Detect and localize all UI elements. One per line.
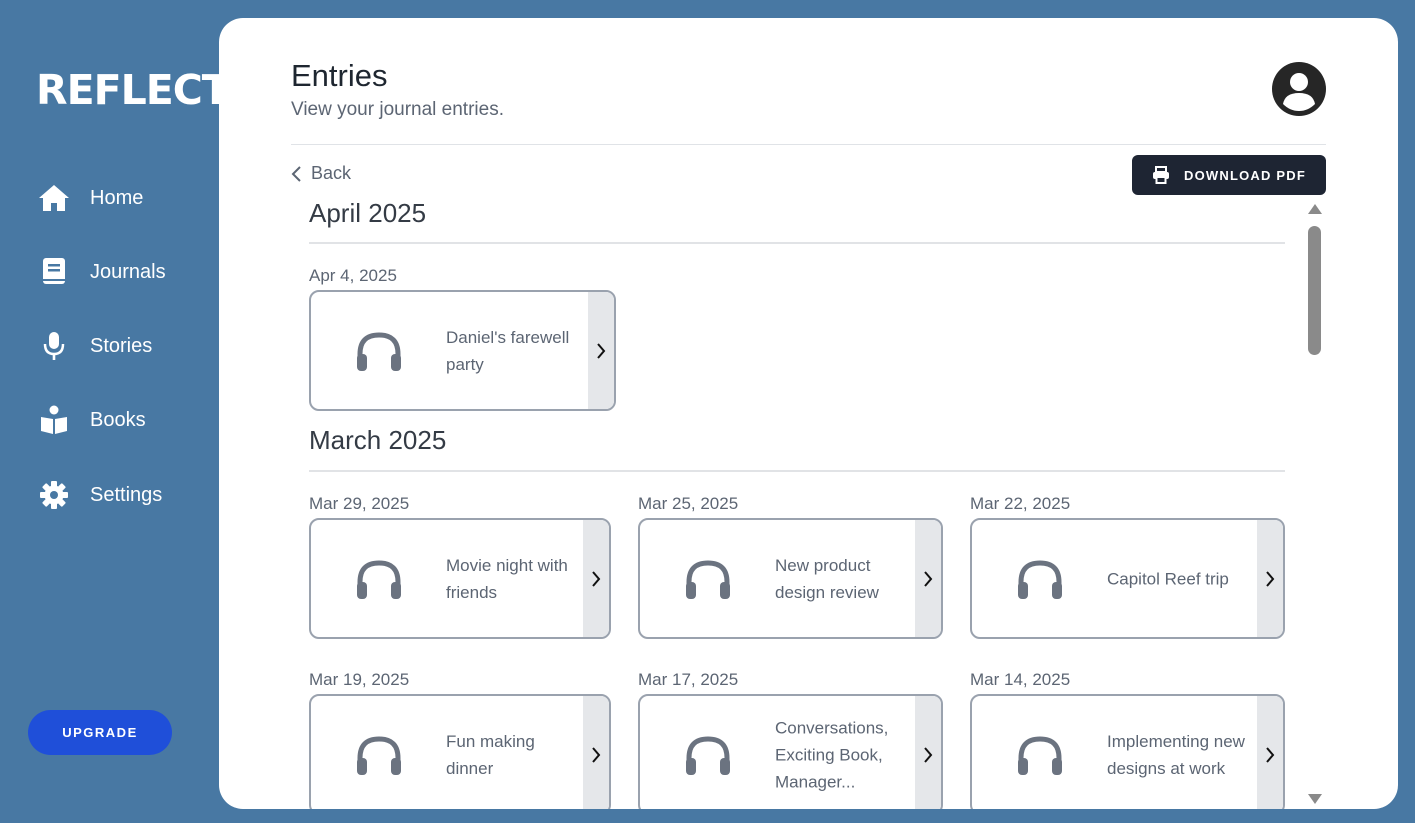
entry-title: Conversations, Exciting Book, Manager... (775, 718, 889, 791)
entry-title: New product design review (775, 555, 879, 602)
printer-icon (1153, 166, 1169, 184)
section-divider (309, 242, 1285, 244)
sidebar-item-label: Books (90, 408, 146, 431)
entry-date: Mar 29, 2025 (309, 494, 410, 513)
upgrade-button[interactable]: UPGRADE (28, 710, 172, 755)
entry-card[interactable]: New product design review (638, 518, 943, 639)
chevron-right-icon (592, 570, 601, 587)
entry-date: Mar 14, 2025 (970, 670, 1071, 689)
entry-open-arrow[interactable] (915, 520, 941, 637)
gear-icon (36, 477, 72, 513)
headphones-icon (1018, 560, 1062, 599)
chevron-right-icon (1266, 570, 1275, 587)
chevron-right-icon (597, 342, 606, 359)
home-icon (36, 180, 72, 216)
entry-card[interactable]: Implementing new designs at work (970, 694, 1285, 809)
reader-book-icon (36, 402, 72, 438)
journal-book-icon (36, 254, 72, 290)
section-title: March 2025 (309, 425, 447, 455)
entry-card[interactable]: Capitol Reef trip (970, 518, 1285, 639)
app-logo[interactable]: REFLECT (36, 66, 230, 114)
sidebar-item-settings[interactable]: Settings (36, 475, 206, 515)
headphones-icon (686, 560, 730, 599)
entry-date: Mar 17, 2025 (638, 670, 739, 689)
entry-open-arrow[interactable] (915, 696, 941, 809)
sidebar-item-label: Home (90, 186, 144, 209)
entry-date: Mar 25, 2025 (638, 494, 739, 513)
section-divider (309, 470, 1285, 472)
chevron-right-icon (1266, 746, 1275, 763)
sidebar-item-label: Stories (90, 334, 153, 357)
sidebar-item-journals[interactable]: Journals (36, 252, 206, 292)
entry-date: Mar 22, 2025 (970, 494, 1071, 513)
avatar[interactable] (1271, 61, 1327, 117)
chevron-right-icon (592, 746, 601, 763)
headphones-icon (357, 736, 401, 775)
entry-title: Capitol Reef trip (1107, 569, 1229, 588)
entry-open-arrow[interactable] (1257, 696, 1283, 809)
entry-card[interactable]: Movie night with friends (309, 518, 611, 639)
entry-title: Movie night with friends (446, 555, 568, 602)
page-title: Entries (291, 58, 388, 93)
headphones-icon (357, 332, 401, 371)
entry-date: Mar 19, 2025 (309, 670, 410, 689)
chevron-right-icon (924, 746, 933, 763)
download-label: DOWNLOAD PDF (1184, 167, 1306, 183)
sidebar-item-home[interactable]: Home (36, 178, 206, 218)
entry-title: Fun making dinner (446, 731, 535, 778)
header-divider (291, 144, 1326, 145)
scroll-up-arrow[interactable] (1307, 202, 1323, 214)
scrollbar-thumb[interactable] (1308, 226, 1321, 355)
entry-card[interactable]: Fun making dinner (309, 694, 611, 809)
headphones-icon (686, 736, 730, 775)
entry-date: Apr 4, 2025 (309, 266, 397, 285)
entry-open-arrow[interactable] (1257, 520, 1283, 637)
entry-card[interactable]: Daniel's farewell party (309, 290, 616, 411)
user-avatar-icon (1272, 62, 1326, 116)
sidebar: REFLECT Home Journals Stories Books Sett… (0, 0, 230, 823)
download-pdf-button[interactable]: DOWNLOAD PDF (1132, 155, 1326, 195)
entry-open-arrow[interactable] (583, 520, 609, 637)
chevron-left-icon (291, 165, 301, 182)
chevron-right-icon (924, 570, 933, 587)
back-link[interactable]: Back (291, 163, 351, 184)
page-subtitle: View your journal entries. (291, 99, 504, 120)
headphones-icon (357, 560, 401, 599)
sidebar-item-label: Journals (90, 260, 166, 283)
headphones-icon (1018, 736, 1062, 775)
sidebar-item-stories[interactable]: Stories (36, 326, 206, 366)
section-title: April 2025 (309, 198, 427, 228)
entry-card[interactable]: Conversations, Exciting Book, Manager... (638, 694, 943, 809)
entry-open-arrow[interactable] (588, 292, 614, 409)
scroll-down-arrow[interactable] (1307, 792, 1323, 804)
sidebar-item-books[interactable]: Books (36, 400, 206, 440)
entry-open-arrow[interactable] (583, 696, 609, 809)
sidebar-item-label: Settings (90, 483, 163, 506)
back-label: Back (311, 163, 352, 183)
microphone-icon (36, 328, 72, 364)
entry-title: Daniel's farewell party (446, 327, 570, 374)
entry-title: Implementing new designs at work (1107, 731, 1245, 778)
main-panel: Entries View your journal entries. Back … (219, 18, 1398, 809)
